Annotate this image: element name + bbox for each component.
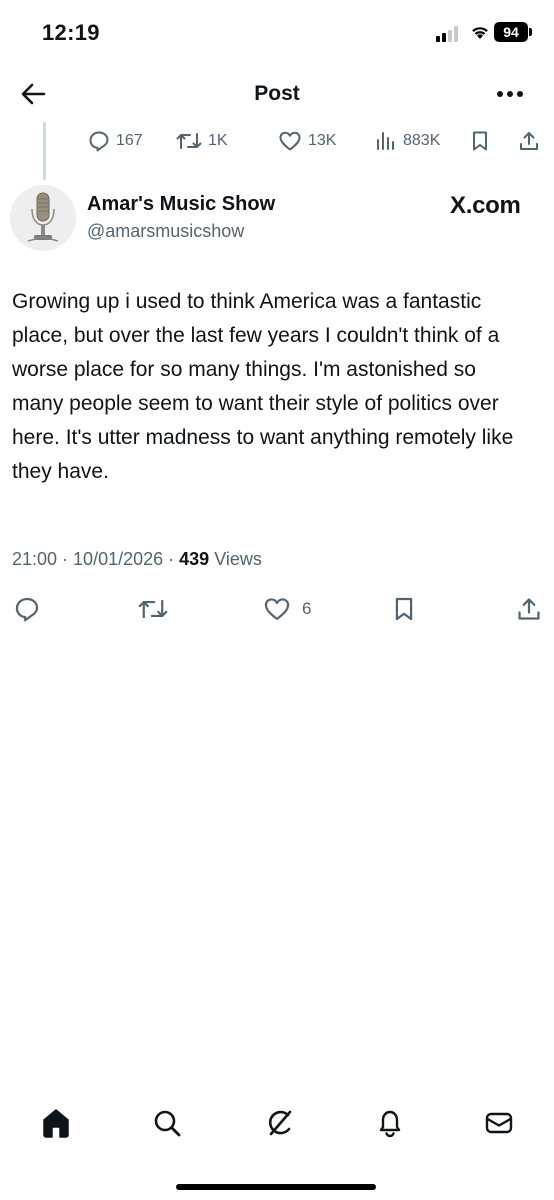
parent-reposts-button[interactable]: 1K	[176, 128, 228, 154]
parent-share-icon[interactable]	[518, 128, 546, 154]
views-icon	[377, 132, 394, 150]
share-button[interactable]	[516, 596, 542, 622]
watermark-label: X.com	[450, 192, 521, 219]
avatar[interactable]	[10, 185, 76, 251]
like-icon	[264, 598, 290, 621]
parent-reposts-count: 1K	[208, 132, 228, 149]
microphone-icon	[10, 185, 76, 251]
status-time: 12:19	[42, 20, 100, 45]
like-icon	[279, 131, 301, 151]
parent-views-button[interactable]: 883K	[375, 128, 440, 154]
parent-replies-count: 167	[116, 132, 143, 149]
post-meta: 21:00 · 10/01/2026 · 439 Views	[12, 549, 262, 569]
notifications-icon[interactable]	[375, 1107, 405, 1139]
author-name[interactable]: Amar's Music Show	[87, 193, 275, 216]
reply-button[interactable]	[14, 596, 40, 622]
page-title: Post	[254, 82, 300, 105]
bookmark-icon	[395, 597, 413, 621]
reply-icon	[15, 597, 39, 622]
parent-likes-button[interactable]: 13K	[278, 128, 336, 154]
home-icon[interactable]	[41, 1107, 71, 1139]
likes-count: 6	[302, 599, 312, 618]
more-options-icon[interactable]	[496, 90, 524, 98]
repost-icon	[176, 133, 202, 149]
search-icon[interactable]	[152, 1107, 182, 1139]
parent-views-count: 883K	[403, 132, 441, 149]
share-icon	[518, 598, 540, 620]
repost-button[interactable]	[138, 596, 168, 622]
messages-icon[interactable]	[484, 1107, 514, 1139]
post-views-label: Views	[214, 549, 262, 569]
post-date: 10/01/2026	[73, 549, 164, 569]
post-views-count: 439	[179, 549, 210, 569]
post-text: Growing up i used to think America was a…	[12, 290, 514, 483]
grok-icon[interactable]	[264, 1107, 294, 1139]
parent-likes-count: 13K	[308, 132, 337, 149]
post-time: 21:00	[12, 549, 58, 569]
battery-nub	[529, 28, 532, 36]
wifi-icon	[470, 24, 490, 40]
battery-icon: 94	[494, 22, 528, 42]
author-handle[interactable]: @amarsmusicshow	[87, 221, 244, 242]
reply-icon	[89, 131, 109, 152]
parent-bookmark-icon[interactable]	[470, 128, 496, 154]
like-button[interactable]: 6	[263, 596, 311, 622]
repost-icon	[138, 599, 168, 619]
signal-icon	[436, 26, 460, 42]
home-indicator[interactable]	[176, 1184, 376, 1190]
parent-replies-button[interactable]: 167	[88, 128, 143, 154]
thread-connector-line	[43, 122, 46, 180]
bookmark-button[interactable]	[392, 596, 416, 622]
